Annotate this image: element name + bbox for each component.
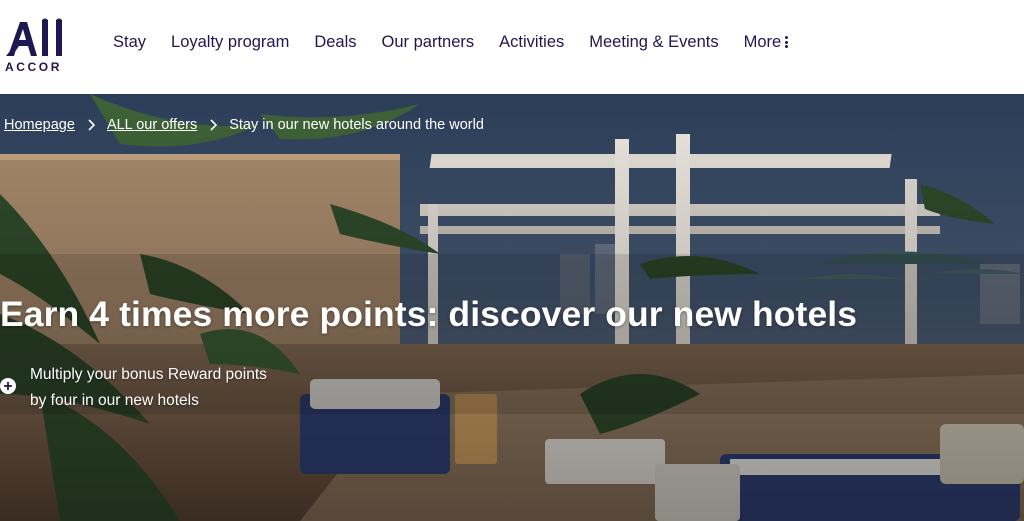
breadcrumb: Homepage ALL our offers Stay in our new … bbox=[4, 117, 484, 133]
hero-title: Earn 4 times more points: discover our n… bbox=[0, 294, 858, 334]
chevron-right-icon bbox=[210, 119, 218, 131]
breadcrumb-homepage-link[interactable]: Homepage bbox=[4, 117, 75, 133]
nav-item-stay[interactable]: Stay bbox=[113, 31, 146, 53]
main-nav: Stay Loyalty program Deals Our partners … bbox=[113, 31, 813, 53]
breadcrumb-offers-link[interactable]: ALL our offers bbox=[107, 117, 197, 133]
nav-item-more[interactable]: More bbox=[744, 31, 789, 53]
all-logo-mark bbox=[6, 18, 62, 56]
site-header: ACCOR Stay Loyalty program Deals Our par… bbox=[0, 0, 1024, 94]
accor-wordmark: ACCOR bbox=[5, 60, 62, 74]
nav-item-loyalty-program[interactable]: Loyalty program bbox=[171, 31, 289, 53]
hero-benefit: Multiply your bonus Reward points by fou… bbox=[0, 362, 270, 414]
hero-banner: Homepage ALL our offers Stay in our new … bbox=[0, 94, 1024, 521]
nav-item-deals[interactable]: Deals bbox=[314, 31, 356, 53]
nav-item-activities[interactable]: Activities bbox=[499, 31, 564, 53]
chevron-right-icon bbox=[88, 119, 96, 131]
nav-item-meeting-events[interactable]: Meeting & Events bbox=[589, 31, 718, 53]
nav-item-our-partners[interactable]: Our partners bbox=[382, 31, 475, 53]
all-accor-logo[interactable]: ACCOR bbox=[4, 18, 72, 76]
breadcrumb-current-page: Stay in our new hotels around the world bbox=[229, 117, 484, 133]
vertical-dots-icon bbox=[785, 36, 789, 48]
plus-circle-icon bbox=[0, 378, 16, 394]
hero-benefit-text: Multiply your bonus Reward points by fou… bbox=[30, 366, 267, 409]
nav-more-label: More bbox=[743, 33, 782, 51]
